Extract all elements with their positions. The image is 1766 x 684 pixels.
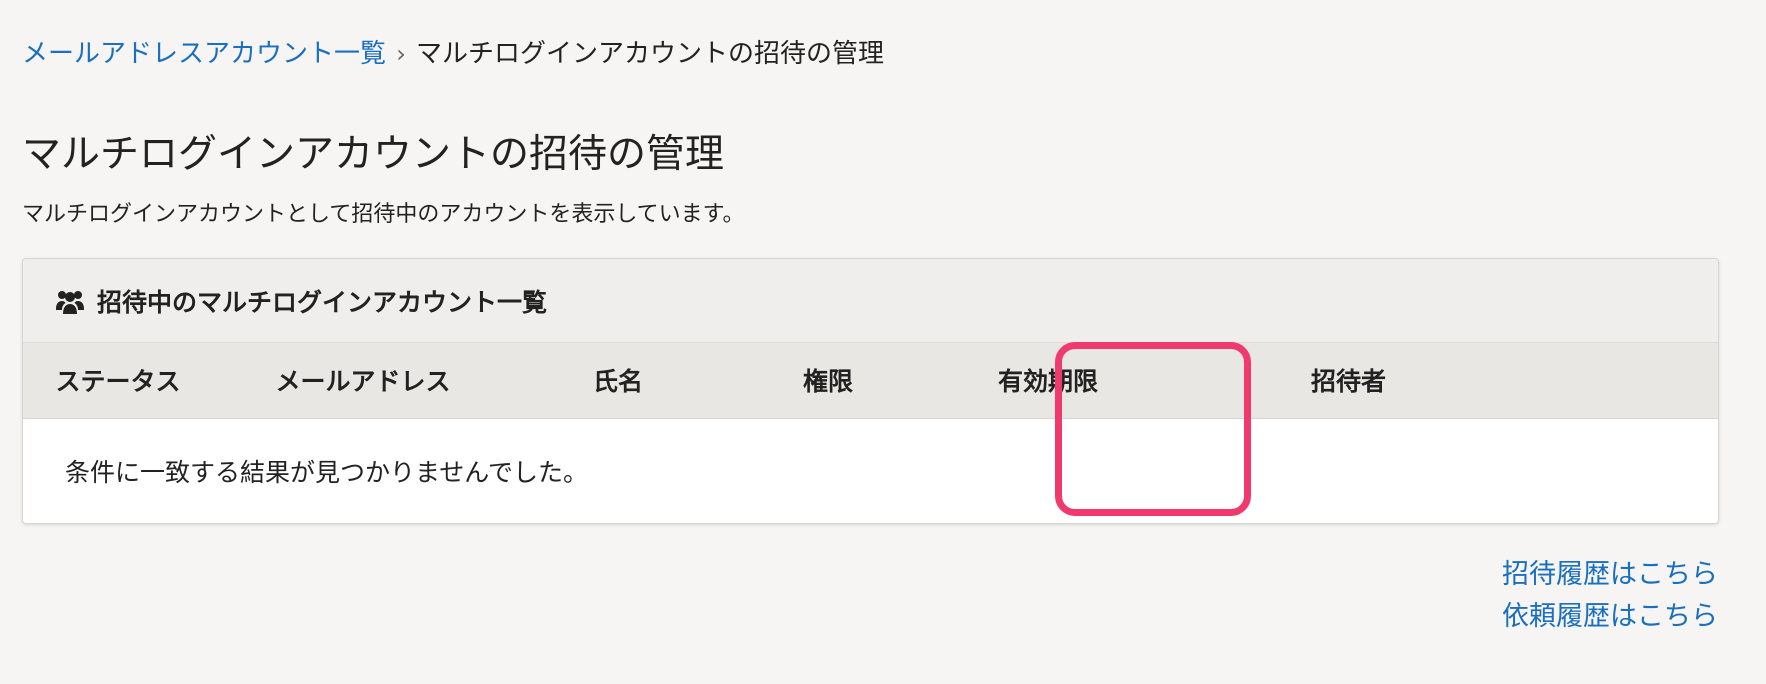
column-header-inviter[interactable]: 招待者 (1163, 343, 1718, 419)
page: メールアドレスアカウント一覧 › マルチログインアカウントの招待の管理 マルチロ… (0, 0, 1766, 684)
chevron-right-icon: › (396, 40, 406, 68)
panel-header: 招待中のマルチログインアカウント一覧 (23, 259, 1718, 343)
column-header-email[interactable]: メールアドレス (213, 343, 513, 419)
footer-links: 招待履歴はこちら 依頼履歴はこちら (1502, 554, 1718, 638)
empty-message: 条件に一致する結果が見つかりませんでした。 (65, 457, 589, 487)
column-header-name[interactable]: 氏名 (513, 343, 723, 419)
table-row: 条件に一致する結果が見つかりませんでした。 (23, 418, 1718, 523)
column-header-status[interactable]: ステータス (23, 343, 213, 419)
invitations-table: ステータス メールアドレス 氏名 権限 有効期限 招待者 条件に一致する結果が見… (23, 343, 1718, 523)
breadcrumb-current: マルチログインアカウントの招待の管理 (416, 39, 885, 69)
users-icon (55, 287, 85, 315)
page-description: マルチログインアカウントとして招待中のアカウントを表示しています。 (22, 202, 745, 227)
column-header-expiry[interactable]: 有効期限 (933, 343, 1163, 419)
request-history-link[interactable]: 依頼履歴はこちら (1502, 596, 1718, 638)
table-header-row: ステータス メールアドレス 氏名 権限 有効期限 招待者 (23, 343, 1718, 419)
panel-title: 招待中のマルチログインアカウント一覧 (97, 287, 548, 317)
invite-history-link[interactable]: 招待履歴はこちら (1502, 554, 1718, 596)
page-title: マルチログインアカウントの招待の管理 (22, 132, 725, 177)
invitations-panel: 招待中のマルチログインアカウント一覧 ステータス メールアドレス 氏名 権限 有… (22, 258, 1719, 524)
breadcrumb: メールアドレスアカウント一覧 › マルチログインアカウントの招待の管理 (22, 36, 884, 72)
breadcrumb-link-email-accounts[interactable]: メールアドレスアカウント一覧 (22, 36, 386, 72)
column-header-permission[interactable]: 権限 (723, 343, 933, 419)
